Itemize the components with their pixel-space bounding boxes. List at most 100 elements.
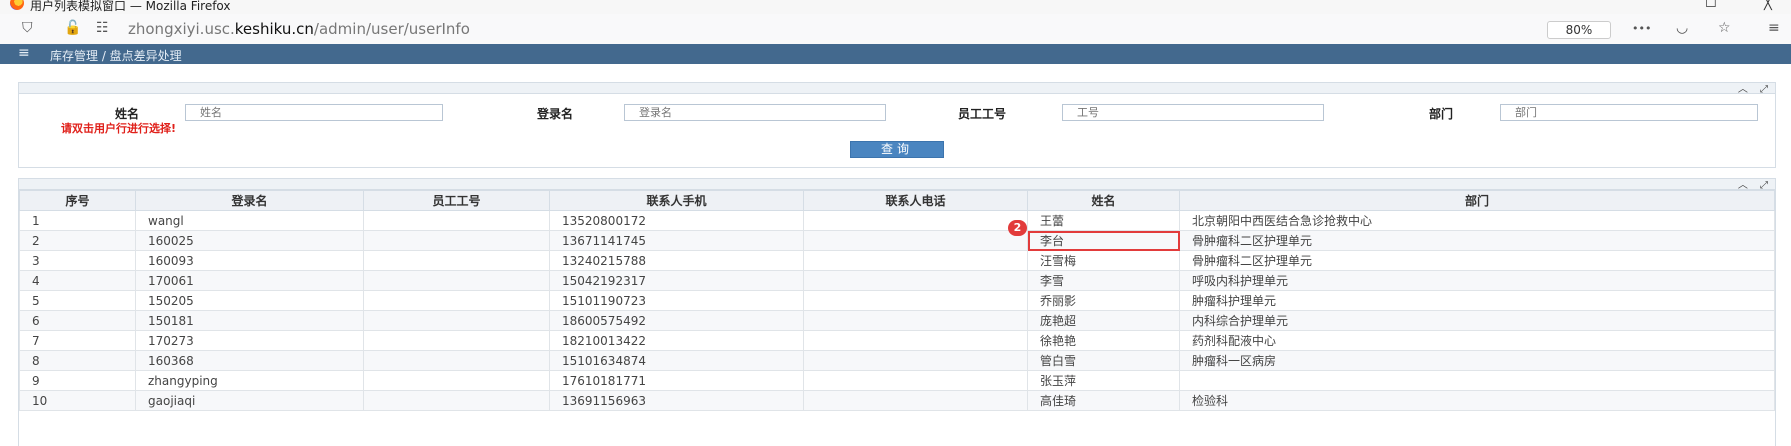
sidebar-toggle-icon[interactable]: ≡ (18, 45, 30, 61)
table-cell[interactable]: 汪雪梅 (1027, 250, 1180, 271)
expand-icon[interactable]: ⤢ (1755, 84, 1773, 95)
table-cell[interactable]: 4 (19, 270, 136, 291)
table-cell[interactable]: 肿瘤科一区病房 (1179, 350, 1775, 371)
table-cell[interactable]: 李台 (1027, 230, 1180, 251)
table-cell[interactable]: 15101190723 (549, 290, 804, 311)
table-cell[interactable]: gaojiaqi (135, 390, 364, 411)
table-cell[interactable] (803, 270, 1028, 291)
table-cell[interactable] (363, 350, 550, 371)
table-cell[interactable]: 170273 (135, 330, 364, 351)
table-cell[interactable]: 160368 (135, 350, 364, 371)
table-cell[interactable]: 7 (19, 330, 136, 351)
name-input[interactable] (185, 104, 443, 121)
table-cell[interactable]: 2 (19, 230, 136, 251)
page-actions-button[interactable]: ••• (1632, 22, 1651, 35)
table-row[interactable]: 4 170061 15042192317 李雪 呼吸内科护理单元 (19, 270, 1775, 291)
table-cell[interactable] (363, 370, 550, 391)
table-cell[interactable] (803, 330, 1028, 351)
table-cell[interactable]: 150181 (135, 310, 364, 331)
table-cell[interactable] (363, 330, 550, 351)
table-row[interactable]: 9 zhangyping 17610181771 张玉萍 (19, 370, 1775, 391)
table-cell[interactable] (803, 370, 1028, 391)
table-cell[interactable] (363, 290, 550, 311)
table-cell[interactable]: 6 (19, 310, 136, 331)
table-cell[interactable]: 8 (19, 350, 136, 371)
table-cell[interactable]: 肿瘤科护理单元 (1179, 290, 1775, 311)
table-cell[interactable]: 5 (19, 290, 136, 311)
collapse-icon[interactable]: ︿ (1734, 80, 1752, 95)
table-cell[interactable] (803, 290, 1028, 311)
insecure-lock-icon[interactable]: 🔓 (64, 20, 81, 36)
table-row[interactable]: 5 150205 15101190723 乔丽影 肿瘤科护理单元 (19, 290, 1775, 311)
table-row[interactable]: 8 160368 15101634874 管白雪 肿瘤科一区病房 (19, 350, 1775, 371)
table-cell[interactable] (363, 390, 550, 411)
column-header[interactable]: 员工工号 (363, 190, 550, 211)
table-cell[interactable]: 18210013422 (549, 330, 804, 351)
bookmark-star-icon[interactable]: ☆ (1718, 20, 1731, 36)
table-cell[interactable] (803, 390, 1028, 411)
table-cell[interactable]: 李雪 (1027, 270, 1180, 291)
table-cell[interactable] (803, 210, 1028, 231)
column-header[interactable]: 部门 (1179, 190, 1775, 211)
table-cell[interactable] (363, 250, 550, 271)
column-header[interactable]: 联系人电话 (803, 190, 1028, 211)
query-button[interactable]: 查询 (850, 141, 944, 158)
table-cell[interactable]: 北京朝阳中西医结合急诊抢救中心 (1179, 210, 1775, 231)
column-header[interactable]: 姓名 (1027, 190, 1180, 211)
table-cell[interactable]: 3 (19, 250, 136, 271)
table-cell[interactable]: zhangyping (135, 370, 364, 391)
table-cell[interactable]: 17610181771 (549, 370, 804, 391)
table-cell[interactable]: 160025 (135, 230, 364, 251)
table-row[interactable]: 7 170273 18210013422 徐艳艳 药剂科配液中心 (19, 330, 1775, 351)
table-cell[interactable]: 150205 (135, 290, 364, 311)
table-cell[interactable]: 检验科 (1179, 390, 1775, 411)
empno-input[interactable] (1062, 104, 1324, 121)
url-text[interactable]: zhongxiyi.usc.keshiku.cn/admin/user/user… (128, 20, 470, 38)
table-cell[interactable]: 18600575492 (549, 310, 804, 331)
table-row[interactable]: 1 wangl 13520800172 王蕾 北京朝阳中西医结合急诊抢救中心 (19, 210, 1775, 231)
table-cell[interactable] (363, 230, 550, 251)
table-cell[interactable]: 13240215788 (549, 250, 804, 271)
table-cell[interactable]: 9 (19, 370, 136, 391)
table-cell[interactable]: 10 (19, 390, 136, 411)
table-cell[interactable] (803, 250, 1028, 271)
table-cell[interactable]: wangl (135, 210, 364, 231)
table-row[interactable]: 2 160025 13671141745 李台 骨肿瘤科二区护理单元 (19, 230, 1775, 251)
table-cell[interactable]: 13691156963 (549, 390, 804, 411)
table-cell[interactable]: 呼吸内科护理单元 (1179, 270, 1775, 291)
table-cell[interactable]: 骨肿瘤科二区护理单元 (1179, 230, 1775, 251)
table-cell[interactable]: 王蕾 (1027, 210, 1180, 231)
column-header[interactable]: 序号 (19, 190, 136, 211)
table-cell[interactable]: 13520800172 (549, 210, 804, 231)
zoom-level[interactable]: 80% (1547, 21, 1611, 39)
column-header[interactable]: 登录名 (135, 190, 364, 211)
table-cell[interactable] (803, 230, 1028, 251)
table-cell[interactable]: 内科综合护理单元 (1179, 310, 1775, 331)
table-cell[interactable] (803, 310, 1028, 331)
table-cell[interactable] (803, 350, 1028, 371)
table-row[interactable]: 6 150181 18600575492 庞艳超 内科综合护理单元 (19, 310, 1775, 331)
close-window-button[interactable]: ╳ (1764, 0, 1772, 11)
collapse-icon[interactable]: ︿ (1734, 176, 1752, 191)
table-cell[interactable]: 160093 (135, 250, 364, 271)
table-cell[interactable]: 管白雪 (1027, 350, 1180, 371)
table-row[interactable]: 10 gaojiaqi 13691156963 高佳琦 检验科 (19, 390, 1775, 411)
table-cell[interactable]: 骨肿瘤科二区护理单元 (1179, 250, 1775, 271)
table-cell[interactable]: 庞艳超 (1027, 310, 1180, 331)
table-cell[interactable] (363, 210, 550, 231)
shield-icon[interactable]: ⛉ (22, 20, 33, 36)
table-cell[interactable] (363, 270, 550, 291)
table-cell[interactable]: 徐艳艳 (1027, 330, 1180, 351)
dept-input[interactable] (1500, 104, 1758, 121)
table-cell[interactable]: 13671141745 (549, 230, 804, 251)
column-header[interactable]: 联系人手机 (549, 190, 804, 211)
table-cell[interactable]: 15101634874 (549, 350, 804, 371)
table-cell[interactable] (1179, 370, 1775, 391)
login-input[interactable] (624, 104, 886, 121)
table-cell[interactable]: 1 (19, 210, 136, 231)
maximize-button[interactable]: ☐ (1705, 0, 1717, 11)
table-cell[interactable]: 张玉萍 (1027, 370, 1180, 391)
table-cell[interactable]: 药剂科配液中心 (1179, 330, 1775, 351)
permissions-icon[interactable]: ☷ (96, 20, 109, 36)
table-cell[interactable] (363, 310, 550, 331)
